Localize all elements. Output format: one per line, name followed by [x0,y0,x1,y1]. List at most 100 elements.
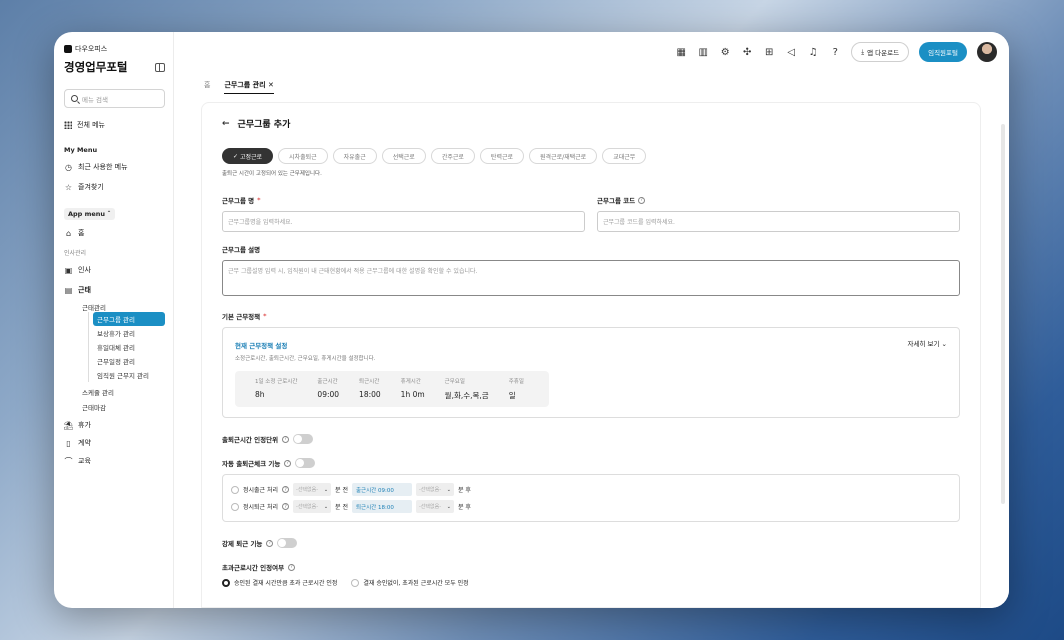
sidebar-item-education[interactable]: ⌒ 교육 [64,454,165,468]
document-icon: ▯ [66,438,71,448]
after-label: 분 후 [457,487,471,494]
employee-portal-button[interactable]: 임직원포털 [919,42,967,62]
sidebar-item-home[interactable]: ⌂ 홈 [64,226,165,240]
help-circle-icon[interactable]: ? [284,459,292,467]
chip-free[interactable]: 자유출근 [332,148,377,164]
sidebar-item-workplace[interactable]: 임직원 근무지 관리 [93,368,165,382]
chip-fixed[interactable]: ✓ 고정근로 [222,148,274,164]
help-circle-icon[interactable]: ? [282,503,290,510]
sidebar-item-holiday-swap[interactable]: 휴일대체 관리 [93,340,165,354]
policy-title[interactable]: 현재 근무정책 설정 [235,340,947,350]
sidebar-item-label: 즐겨찾기 [78,183,104,191]
speaker-icon[interactable]: ◁ [785,46,797,58]
group-desc-textarea[interactable]: 근무 그룹설명 입력 시, 임직원이 내 근태현황에서 적용 근무그룹에 대한 … [222,260,960,296]
tab-home[interactable]: 홈 [204,80,210,94]
avatar[interactable] [977,42,997,62]
org-chart-icon[interactable]: ✣ [741,46,753,58]
auto-out-after-select[interactable]: -선택없음- ⌄ [415,500,454,513]
app-title: 경영업무포털 [64,60,128,74]
gear-icon[interactable]: ⚙ [719,46,731,58]
summary-value: 18:00 [359,390,381,399]
auto-check-label: 자동 출퇴근체크 기능 [222,460,281,468]
chip-flextime[interactable]: 시차출퇴근 [278,148,328,164]
sidebar-item-all-menu[interactable]: 전체 메뉴 [64,118,165,132]
menu-search-placeholder: 메뉴 검색 [82,95,108,104]
sidebar-item-workgroup-mgmt[interactable]: 근무그룹 관리 [93,312,165,326]
chip-deemed[interactable]: 간주근로 [430,148,475,164]
tab-workgroup-mgmt[interactable]: 근무그룹 관리 ✕ [224,80,274,94]
sidebar-item-recent[interactable]: ◷ 최근 사용한 메뉴 [64,160,165,174]
auto-check-toggle[interactable] [295,458,316,468]
clipboard-icon[interactable]: ▥ [697,46,709,58]
auto-out-label: 정시퇴근 처리 [243,504,279,511]
help-circle-icon[interactable]: ? [638,196,646,204]
group-code-input[interactable]: 근무그룹 코드를 입력하세요. [597,211,960,232]
auto-in-before-select[interactable]: -선택없음- ⌄ [293,483,332,496]
auto-check-box: 정시출근 처리 ? -선택없음- ⌄ 분 전 출근시간 09:00 -선택없음- ⌄… [222,474,960,522]
policy-summary: 1일 소정 근로시간 8h 출근시간 09:00 퇴근시간 18:00 휴게시간 1h … [235,371,549,407]
help-circle-icon[interactable]: ? [282,486,290,493]
force-out-toggle[interactable] [277,538,298,548]
menu-search-input[interactable]: 메뉴 검색 [64,89,165,108]
sidebar-item-contract[interactable]: ▯ 계약 [64,436,165,450]
sidebar-item-label: 전체 메뉴 [77,121,105,129]
sidebar-item-schedule[interactable]: 근무일정 관리 [93,354,165,368]
home-icon: ⌂ [65,228,72,238]
chevron-down-icon: ⌄ [941,340,947,348]
overtime-option-all[interactable]: 결재 승인없이, 초과된 근로시간 모두 인정 [351,578,469,587]
bell-icon[interactable]: ♫ [807,46,819,58]
summary-key: 주휴일 [508,379,524,385]
auto-in-after-select[interactable]: -선택없음- ⌄ [415,483,454,496]
form-panel: ← 근무그룹 추가 ✓ 고정근로 시차출퇴근 자유출근 선택근로 간주근로 탄력… [201,102,981,608]
work-type-chips: ✓ 고정근로 시차출퇴근 자유출근 선택근로 간주근로 탄력근로 원격근로/재택… [222,148,960,164]
gift-icon[interactable]: ⊞ [763,46,775,58]
checkin-unit-toggle[interactable] [293,434,314,444]
sidebar-item-attendance[interactable]: ▤ 근태 [64,283,165,297]
brand: 다우오피스 [64,44,165,54]
chip-remote[interactable]: 원격근로/재택근로 [529,148,598,164]
chevron-up-icon: ˆ [107,210,111,218]
force-out-label: 강제 퇴근 기능 [222,540,263,548]
help-circle-icon[interactable]: ? [282,435,290,443]
policy-desc: 소정근로시간, 출퇴근시간, 근무요일, 휴게시간을 설정합니다. [235,356,376,362]
summary-value: 월,화,수,목,금 [444,391,489,400]
scrollbar[interactable] [1001,124,1005,504]
sidebar-item-attendance-mgmt[interactable]: 근태관리 [64,301,165,312]
summary-value: 8h [255,390,265,399]
sidebar-item-label: 근태 [78,286,91,294]
detail-link[interactable]: 자세히 보기 ⌄ [908,338,948,348]
help-icon[interactable]: ? [829,46,841,58]
sidebar-toggle-icon[interactable] [155,62,165,72]
group-name-input[interactable]: 근무그룹명을 입력하세요. [222,211,585,232]
sidebar-item-favorites[interactable]: ☆ 즐겨찾기 [64,180,165,194]
radio-selected-icon [222,578,230,587]
app-menu-label[interactable]: App menu ˆ [64,208,115,220]
summary-key: 근무요일 [444,379,465,385]
sidebar-item-schedule-mgmt[interactable]: 스케쥴 관리 [64,386,165,397]
briefcase-icon: ▤ [64,285,73,295]
radio-empty-icon [351,578,360,587]
calendar-check-icon[interactable]: ▦ [675,46,687,58]
auto-out-before-select[interactable]: -선택없음- ⌄ [293,500,332,513]
sidebar-item-hr[interactable]: ▣ 인사 [64,263,165,277]
sidebar-item-leave[interactable]: ⛱ 휴가 [63,418,165,432]
help-circle-icon[interactable]: ? [288,563,296,571]
grid-icon [64,121,72,129]
sidebar-item-label: 인사 [78,266,91,274]
overtime-option-approved[interactable]: 승인된 결재 시간만큼 초과 근로시간 인정 [222,578,337,587]
sidebar-item-attendance-close[interactable]: 근태마감 [64,401,165,412]
help-circle-icon[interactable]: ? [266,539,274,547]
sidebar-item-label: 계약 [78,439,91,447]
in-time-box: 출근시간 09:00 [351,483,412,496]
auto-in-checkbox[interactable] [231,485,239,494]
back-arrow-icon[interactable]: ← [222,119,230,129]
sidebar-item-comp-leave[interactable]: 보상휴가 관리 [93,326,165,340]
auto-out-checkbox[interactable] [231,502,239,511]
chip-elastic[interactable]: 탄력근로 [479,148,525,164]
clock-icon: ◷ [65,162,72,172]
after-label: 분 후 [457,504,471,511]
chip-shift[interactable]: 교대근무 [602,148,647,164]
app-download-button[interactable]: ⤓ 앱 다운로드 [851,42,910,62]
chip-selective[interactable]: 선택근로 [381,148,426,164]
sidebar: 다우오피스 경영업무포털 메뉴 검색 전체 메뉴 My Menu ◷ 최근 사용… [54,32,174,608]
